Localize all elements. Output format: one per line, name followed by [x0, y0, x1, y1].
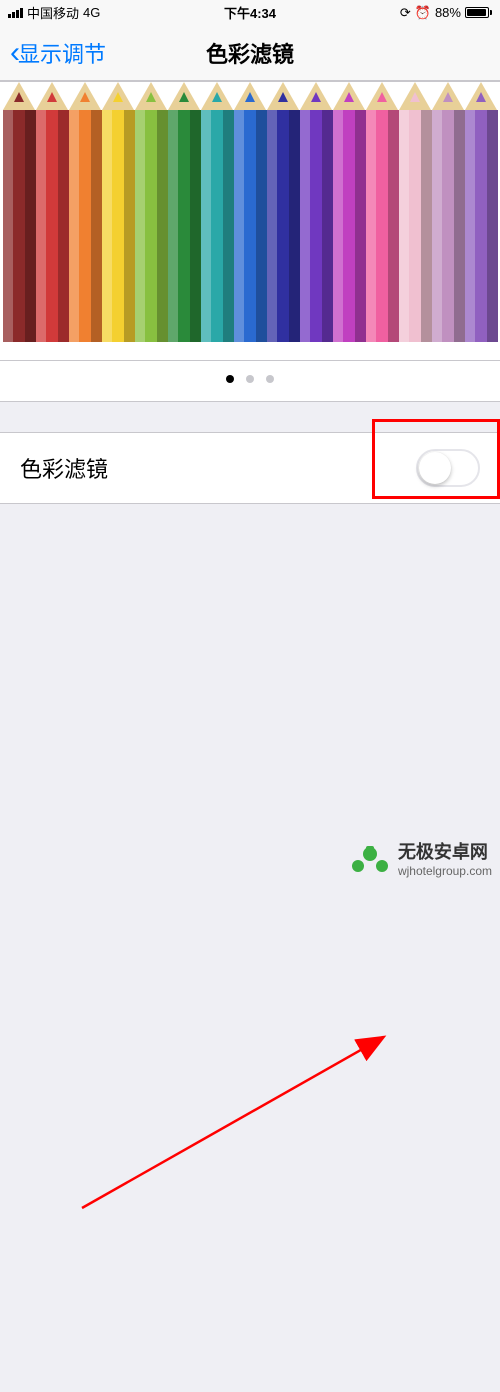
page-dot[interactable]: [226, 375, 234, 383]
back-button[interactable]: ‹ 显示调节: [10, 37, 106, 69]
pencil: [399, 82, 432, 342]
page-dot[interactable]: [246, 375, 254, 383]
pencil: [135, 82, 168, 342]
pencil: [201, 82, 234, 342]
page-dot[interactable]: [266, 375, 274, 383]
pencil: [432, 82, 465, 342]
network-label: 4G: [83, 5, 100, 20]
pencil: [300, 82, 333, 342]
watermark-url: wjhotelgroup.com: [398, 864, 492, 878]
watermark-logo-icon: [348, 836, 392, 880]
alarm-icon: ⏰: [415, 5, 431, 21]
battery-icon: [465, 7, 492, 18]
pencil: [267, 82, 300, 342]
color-filter-switch[interactable]: [416, 449, 480, 487]
back-label: 显示调节: [18, 37, 106, 69]
pencil: [3, 82, 36, 342]
color-filter-label: 色彩滤镜: [20, 452, 108, 484]
pencil: [234, 82, 267, 342]
pencil: [102, 82, 135, 342]
preview-image[interactable]: [0, 81, 500, 361]
watermark-title: 无极安卓网: [398, 838, 492, 864]
pencil: [366, 82, 399, 342]
signal-icon: [8, 8, 23, 18]
battery-pct: 88%: [435, 5, 461, 20]
watermark: 无极安卓网 wjhotelgroup.com: [348, 836, 492, 880]
page-title: 色彩滤镜: [206, 37, 294, 69]
annotation-arrow: [0, 504, 500, 1392]
carrier-label: 中国移动: [27, 3, 79, 22]
page-indicator[interactable]: [0, 361, 500, 402]
lock-icon: ⟳: [400, 5, 411, 21]
clock: 下午4:34: [169, 3, 330, 22]
switch-knob: [419, 452, 451, 484]
navigation-bar: ‹ 显示调节 色彩滤镜: [0, 25, 500, 81]
status-bar: 中国移动 4G 下午4:34 ⟳ ⏰ 88%: [0, 0, 500, 25]
pencil: [333, 82, 366, 342]
pencil: [69, 82, 102, 342]
color-filter-row: 色彩滤镜: [0, 432, 500, 504]
pencil: [168, 82, 201, 342]
pencil: [465, 82, 498, 342]
pencil: [36, 82, 69, 342]
